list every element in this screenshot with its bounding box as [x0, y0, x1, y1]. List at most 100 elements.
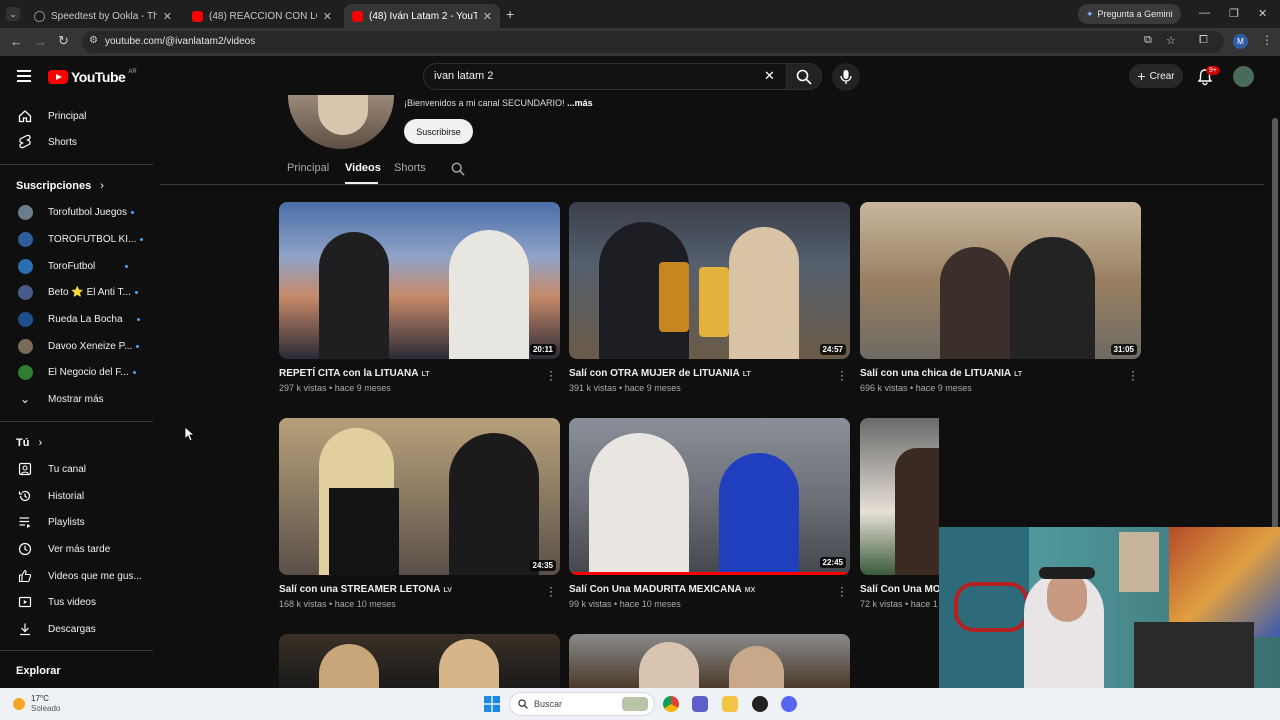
sidebar-item-descargas[interactable]: Descargas [0, 616, 150, 642]
url-bar[interactable]: ⚙ youtube.com/@ivanlatam2/videos ⧉ ☆ [82, 31, 1224, 53]
site-info-icon[interactable]: ⚙ [89, 35, 98, 46]
channel-avatar [17, 258, 33, 274]
sidebar-item-subscription[interactable]: Torofutbol Juegos [0, 199, 150, 225]
back-icon[interactable]: ← [10, 34, 23, 49]
chevron-down-icon: ⌄ [19, 392, 31, 406]
video-thumbnail[interactable] [860, 418, 939, 575]
description-more-link[interactable]: ...más [567, 98, 593, 108]
close-tab-icon[interactable]: ✕ [323, 10, 332, 23]
video-menu-icon[interactable]: · · · [839, 581, 845, 601]
hamburger-menu-icon[interactable] [17, 70, 31, 82]
voice-search-button[interactable] [832, 63, 860, 91]
sidebar-item-subscription[interactable]: Rueda La Bocha [0, 306, 150, 332]
video-thumbnail[interactable]: 31:05 [860, 202, 1141, 359]
video-menu-icon[interactable]: · · · [839, 365, 845, 385]
video-metadata: 72 k vistas • hace 1 [860, 599, 938, 609]
scrollbar-thumb[interactable] [1272, 118, 1278, 530]
browser-tab-bar: ⌄ Speedtest by Ookla - The Glob ✕ (48) R… [0, 0, 1280, 28]
windows-start-icon[interactable] [484, 696, 500, 712]
search-input[interactable]: ivan latam 2 [434, 70, 493, 82]
gemini-button[interactable]: ✦ Pregunta a Gemini [1078, 4, 1181, 24]
video-menu-icon[interactable]: · · · [548, 365, 554, 385]
sidebar-item-subscription[interactable]: El Negocio del F... [0, 359, 150, 385]
sidebar-item-ver-mas-tarde[interactable]: Ver más tarde [0, 536, 150, 562]
channel-avatar-large[interactable] [288, 95, 394, 149]
sidebar-item-tu-canal[interactable]: Tu canal [0, 456, 150, 482]
maximize-icon[interactable]: ❐ [1229, 7, 1239, 20]
video-menu-icon[interactable]: · · · [1130, 365, 1136, 385]
video-thumbnail[interactable]: 24:57 [569, 202, 850, 359]
video-title[interactable]: REPETÍ CITA con la LITUANA LT [279, 368, 430, 379]
sidebar-item-shorts[interactable]: Shorts [0, 129, 150, 155]
chrome-icon[interactable] [663, 696, 679, 712]
video-thumbnail[interactable]: 20:11 [279, 202, 560, 359]
video-menu-icon[interactable]: · · · [548, 581, 554, 601]
game-app-icon[interactable] [752, 696, 768, 712]
flag-code: LT [421, 371, 430, 378]
video-title[interactable]: Salí con OTRA MUJER de LITUANIA LT [569, 368, 751, 379]
subscriptions-header[interactable]: Suscripciones › [16, 180, 104, 192]
youtube-logo[interactable]: YouTube AR [48, 69, 137, 85]
taskbar-search-box[interactable]: Buscar [509, 692, 655, 716]
file-explorer-icon[interactable] [722, 696, 738, 712]
video-title[interactable]: Salí Con Una MO [860, 584, 941, 595]
gemini-label: Pregunta a Gemini [1097, 9, 1173, 19]
you-header[interactable]: Tú › [16, 437, 42, 449]
minimize-icon[interactable]: — [1199, 7, 1210, 19]
close-tab-icon[interactable]: ✕ [163, 10, 172, 23]
new-content-dot [132, 370, 136, 374]
teams-icon[interactable] [692, 696, 708, 712]
browser-tab-reaccion[interactable]: (48) REACCIÓN CON LOS HINC ✕ [184, 4, 340, 28]
browser-tab-ivan-latam[interactable]: (48) Iván Latam 2 - YouTube ✕ [344, 4, 500, 28]
profile-avatar[interactable]: M [1233, 34, 1248, 49]
weather-description: Soleado [31, 704, 61, 713]
sidebar-item-playlists[interactable]: Playlists [0, 509, 150, 535]
channel-description[interactable]: ¡Bienvenidos a mi canal SECUNDARIO! ...m… [404, 98, 593, 108]
tab-videos[interactable]: Videos [345, 162, 381, 174]
sidebar-item-label: Rueda La Bocha [48, 313, 123, 325]
tab-principal[interactable]: Principal [287, 162, 329, 174]
new-content-dot [136, 317, 140, 321]
search-box[interactable]: ivan latam 2 ✕ [423, 63, 789, 90]
sidebar-item-subscription[interactable]: Beto ⭐ El Anti T... [0, 279, 150, 305]
tab-search-button[interactable]: ⌄ [6, 7, 20, 21]
create-button[interactable]: + Crear [1129, 64, 1183, 88]
video-thumbnail[interactable]: 24:35 [279, 418, 560, 575]
channel-search-icon[interactable] [451, 162, 465, 176]
weather-widget[interactable]: 17°C Soleado [13, 694, 60, 714]
close-tab-icon[interactable]: ✕ [483, 10, 492, 23]
watch-progress-bar [569, 572, 850, 575]
sidebar-item-subscription[interactable]: Davoo Xeneize P... [0, 333, 150, 359]
video-thumbnail[interactable] [279, 634, 560, 688]
sidebar-item-subscription[interactable]: TOROFUTBOL KI... [0, 226, 150, 252]
sidebar-item-principal[interactable]: Principal [0, 103, 150, 129]
video-thumbnail[interactable] [569, 634, 850, 688]
new-tab-icon[interactable]: + [506, 6, 514, 22]
sidebar-item-historial[interactable]: Historial [0, 483, 150, 509]
tab-shorts[interactable]: Shorts [394, 162, 426, 174]
close-window-icon[interactable]: ✕ [1258, 7, 1267, 20]
bookmark-star-icon[interactable]: ☆ [1166, 34, 1176, 47]
discord-icon[interactable] [781, 696, 797, 712]
sidebar-item-videos-que-me-gustan[interactable]: Videos que me gus... [0, 563, 150, 589]
forward-icon[interactable]: → [34, 34, 47, 49]
install-app-icon[interactable]: ⧉ [1144, 34, 1152, 47]
sidebar-item-tus-videos[interactable]: Tus videos [0, 589, 150, 615]
browser-menu-icon[interactable]: ⋮ [1261, 33, 1273, 47]
reload-icon[interactable]: ↻ [58, 33, 69, 49]
subscribe-button[interactable]: Suscribirse [404, 119, 473, 144]
extensions-icon[interactable]: ⧠ [1199, 34, 1208, 47]
video-title[interactable]: Salí con una STREAMER LETONA LV [279, 584, 452, 595]
browser-tab-speedtest[interactable]: Speedtest by Ookla - The Glob ✕ [26, 4, 180, 28]
search-button[interactable] [786, 63, 822, 90]
sidebar-item-label: Playlists [48, 516, 85, 528]
flag-code: MX [744, 587, 756, 594]
video-metadata: 297 k vistas • hace 9 meses [279, 383, 391, 393]
video-title[interactable]: Salí con una chica de LITUANIA LT [860, 368, 1022, 379]
video-title[interactable]: Salí Con Una MADURITA MEXICANA MX [569, 584, 755, 595]
sidebar-item-subscription[interactable]: ToroFutbol [0, 253, 150, 279]
account-avatar[interactable] [1233, 66, 1254, 87]
video-thumbnail[interactable]: 22:45 [569, 418, 850, 575]
sidebar-show-more[interactable]: ⌄ Mostrar más [0, 386, 150, 412]
clear-search-icon[interactable]: ✕ [764, 68, 775, 84]
